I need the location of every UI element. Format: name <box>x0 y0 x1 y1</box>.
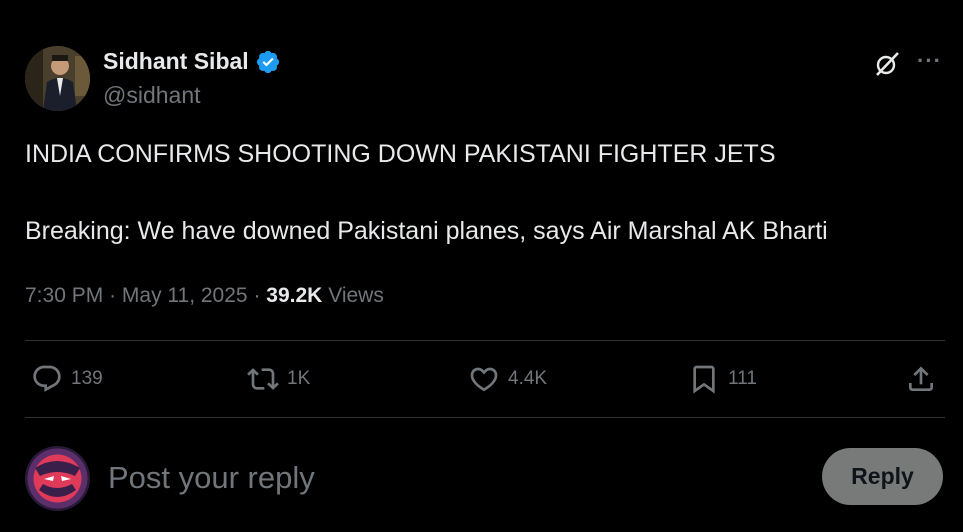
author-avatar-image <box>25 46 90 111</box>
author-name[interactable]: Sidhant Sibal <box>103 48 249 75</box>
repost-button[interactable]: 1K <box>247 356 310 402</box>
bookmark-icon <box>693 365 715 394</box>
reply-button[interactable]: 139 <box>31 356 103 402</box>
action-bar: 139 1K 4.4K 111 <box>25 356 945 402</box>
share-icon <box>909 366 933 391</box>
bookmark-button[interactable]: 111 <box>688 356 757 402</box>
more-icon[interactable]: ··· <box>917 48 942 74</box>
author-handle[interactable]: @sidhant <box>103 82 201 109</box>
views-count: 39.2K <box>266 284 323 307</box>
author-avatar[interactable] <box>25 46 90 111</box>
tweet-text-line-2: Breaking: We have downed Pakistani plane… <box>25 217 828 245</box>
bookmark-count: 111 <box>728 368 757 389</box>
comment-icon <box>33 365 61 392</box>
reply-count: 139 <box>71 368 103 389</box>
like-count: 4.4K <box>508 368 548 389</box>
verified-badge-icon <box>255 49 281 75</box>
tweet-time[interactable]: 7:30 PM <box>25 284 103 307</box>
repost-count: 1K <box>287 368 311 389</box>
repost-icon <box>247 368 279 390</box>
reply-input[interactable] <box>106 455 790 501</box>
share-button[interactable] <box>905 356 937 402</box>
heart-icon <box>470 367 498 392</box>
user-avatar[interactable] <box>25 446 90 511</box>
like-button[interactable]: 4.4K <box>468 356 547 402</box>
divider <box>25 417 945 418</box>
tweet-date[interactable]: May 11, 2025 <box>122 284 248 307</box>
reply-submit-button[interactable]: Reply <box>822 448 943 505</box>
divider <box>25 340 945 341</box>
tweet-text-line-1: INDIA CONFIRMS SHOOTING DOWN PAKISTANI F… <box>25 140 776 168</box>
tweet-meta: 7:30 PM · May 11, 2025 · 39.2K Views <box>25 284 384 308</box>
grok-icon[interactable] <box>873 50 901 78</box>
meta-separator: · <box>109 284 117 307</box>
user-avatar-image <box>25 446 90 511</box>
meta-separator: · <box>253 284 261 307</box>
views-label: Views <box>328 284 384 307</box>
author-name-row: Sidhant Sibal <box>103 48 281 75</box>
